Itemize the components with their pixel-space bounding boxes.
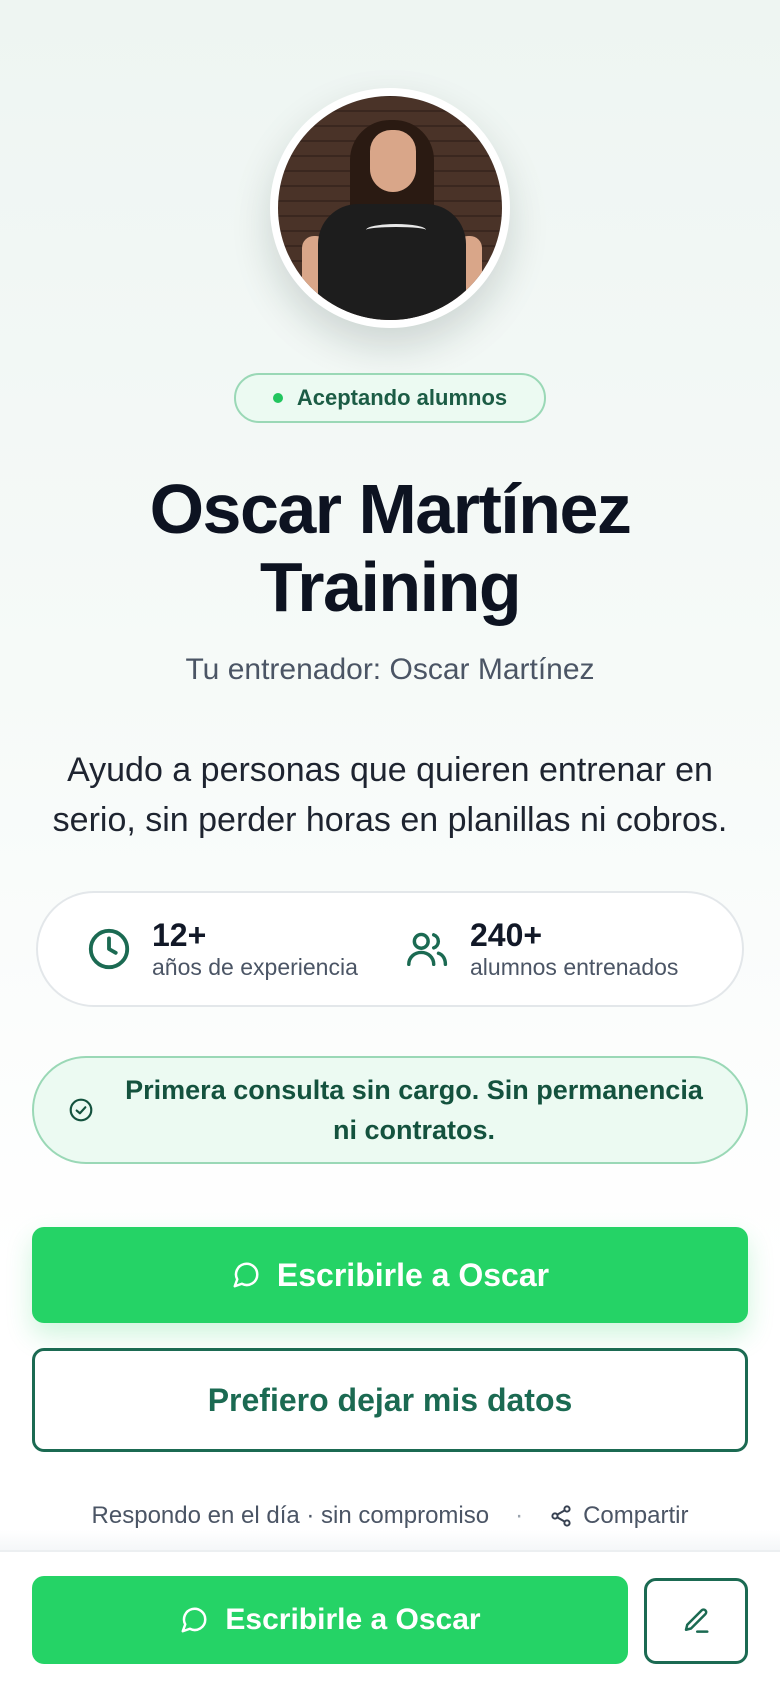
bottom-write-to-oscar-label: Escribirle a Oscar	[225, 1603, 481, 1636]
stat-experience-value: 12+	[152, 917, 207, 953]
status-badge-label: Aceptando alumnos	[296, 385, 508, 410]
status-badge: Aceptando alumnos	[234, 373, 546, 423]
edit-button[interactable]	[644, 1578, 748, 1664]
separator-dot: ·	[515, 1502, 524, 1529]
leave-my-data-label: Prefiero dejar mis datos	[207, 1381, 573, 1418]
trainer-subtitle: Tu entrenador: Oscar Martínez	[185, 653, 595, 686]
share-label: Compartir	[583, 1502, 689, 1529]
sticky-bottom-bar: Escribirle a Oscar	[0, 1530, 780, 1688]
notice-text: Primera consulta sin cargo. Sin permanen…	[94, 1070, 746, 1150]
avatar-photo	[278, 96, 502, 320]
stat-experience-label: años de experiencia	[152, 954, 358, 980]
write-to-oscar-label: Escribirle a Oscar	[276, 1256, 550, 1293]
status-dot-icon	[272, 393, 283, 403]
notice-line2: ni contratos.	[332, 1115, 495, 1145]
bio-text: Ayudo a personas que quieren entrenar en…	[30, 745, 750, 845]
notice-line1: Primera consulta sin cargo. Sin permanen…	[125, 1075, 703, 1105]
response-note: Respondo en el día · sin compromiso	[91, 1502, 490, 1529]
bio-line2: serio, sin perder horas en planillas ni …	[52, 801, 728, 839]
stat-students: 240+ alumnos entrenados	[404, 917, 678, 981]
bio-line1: Ayudo a personas que quieren entrenar en	[67, 751, 713, 789]
stat-experience: 12+ años de experiencia	[86, 917, 358, 981]
leave-my-data-button[interactable]: Prefiero dejar mis datos	[32, 1348, 748, 1452]
users-icon	[407, 932, 448, 967]
share-link[interactable]: Compartir	[549, 1502, 688, 1530]
chat-bubble-icon	[233, 1262, 259, 1288]
page-title: Oscar Martínez Training	[40, 470, 740, 626]
stats-card: 12+ años de experiencia 240+ alumnos ent…	[36, 891, 744, 1007]
check-circle-icon	[69, 1098, 93, 1122]
profile-page: Aceptando alumnos Oscar Martínez Trainin…	[0, 0, 780, 1688]
free-consultation-notice: Primera consulta sin cargo. Sin permanen…	[32, 1056, 748, 1164]
page-title-line2: Training	[259, 548, 522, 626]
avatar	[270, 88, 510, 328]
page-title-line1: Oscar Martínez	[149, 470, 632, 548]
share-icon	[551, 1505, 571, 1527]
write-to-oscar-button[interactable]: Escribirle a Oscar	[32, 1227, 748, 1323]
clock-icon	[88, 928, 130, 970]
stat-students-value: 240+	[470, 917, 543, 953]
chat-bubble-icon	[181, 1607, 207, 1633]
pencil-icon	[684, 1608, 709, 1633]
stat-students-label: alumnos entrenados	[470, 954, 679, 980]
bottom-write-to-oscar-button[interactable]: Escribirle a Oscar	[32, 1576, 628, 1664]
